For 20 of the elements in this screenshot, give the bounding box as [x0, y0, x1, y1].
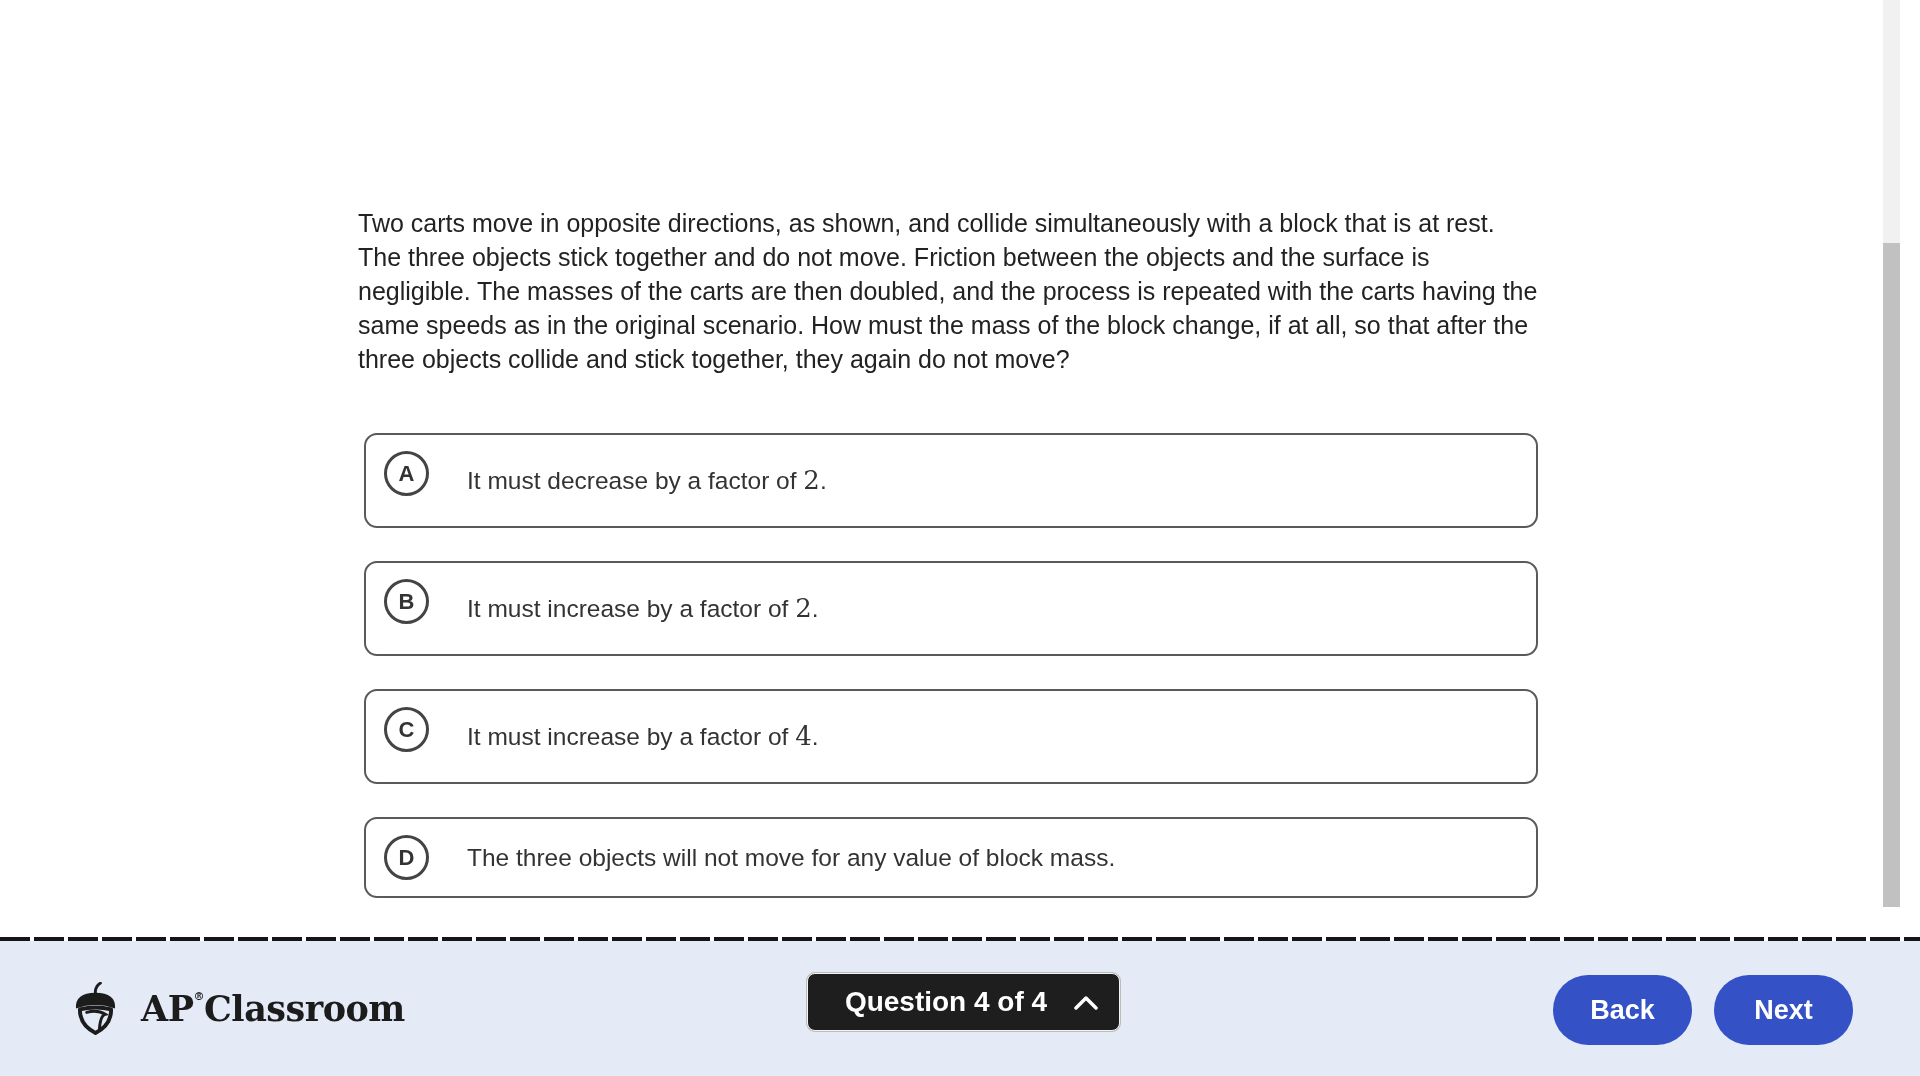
choice-letter: A: [384, 451, 429, 496]
choice-text: It must increase by a factor of 2.: [467, 592, 819, 625]
choice-text: It must increase by a factor of 4.: [467, 720, 819, 753]
question-nav-button[interactable]: Question 4 of 4: [806, 973, 1121, 1031]
back-button[interactable]: Back: [1553, 975, 1692, 1045]
logo-text: AP$^{®}$Classroom: [141, 988, 405, 1029]
question-text: Two carts move in opposite directions, as shown, and collide simultaneously with a block that is at rest. The three objects stick together and do not move. Friction between the objects and the surface is negligible. The masses of the carts are then doubled, and the process is repeated with the carts having the same speeds as in the original scenario. How must the mass of the block change, if at all, so that after the three objects collide and stick together, they again do not move?: [358, 208, 1538, 375]
next-button[interactable]: Next: [1714, 975, 1853, 1045]
chevron-up-icon: [1074, 994, 1099, 1010]
scrollbar-thumb[interactable]: [1883, 243, 1900, 907]
choice-letter: C: [384, 707, 429, 752]
choice-text: It must decrease by a factor of 2.: [467, 464, 827, 497]
answer-choice[interactable]: C It must increase by a factor of 4.: [364, 689, 1538, 784]
acorn-icon: [74, 982, 117, 1035]
answer-choice[interactable]: A It must decrease by a factor of 2.: [364, 433, 1538, 528]
answer-choice[interactable]: D The three objects will not move for any value of block mass.: [364, 817, 1538, 898]
choice-text: The three objects will not move for any value of block mass.: [467, 843, 1116, 873]
choice-letter: D: [384, 835, 429, 880]
choice-letter: B: [384, 579, 429, 624]
answer-choice[interactable]: B It must increase by a factor of 2.: [364, 561, 1538, 656]
